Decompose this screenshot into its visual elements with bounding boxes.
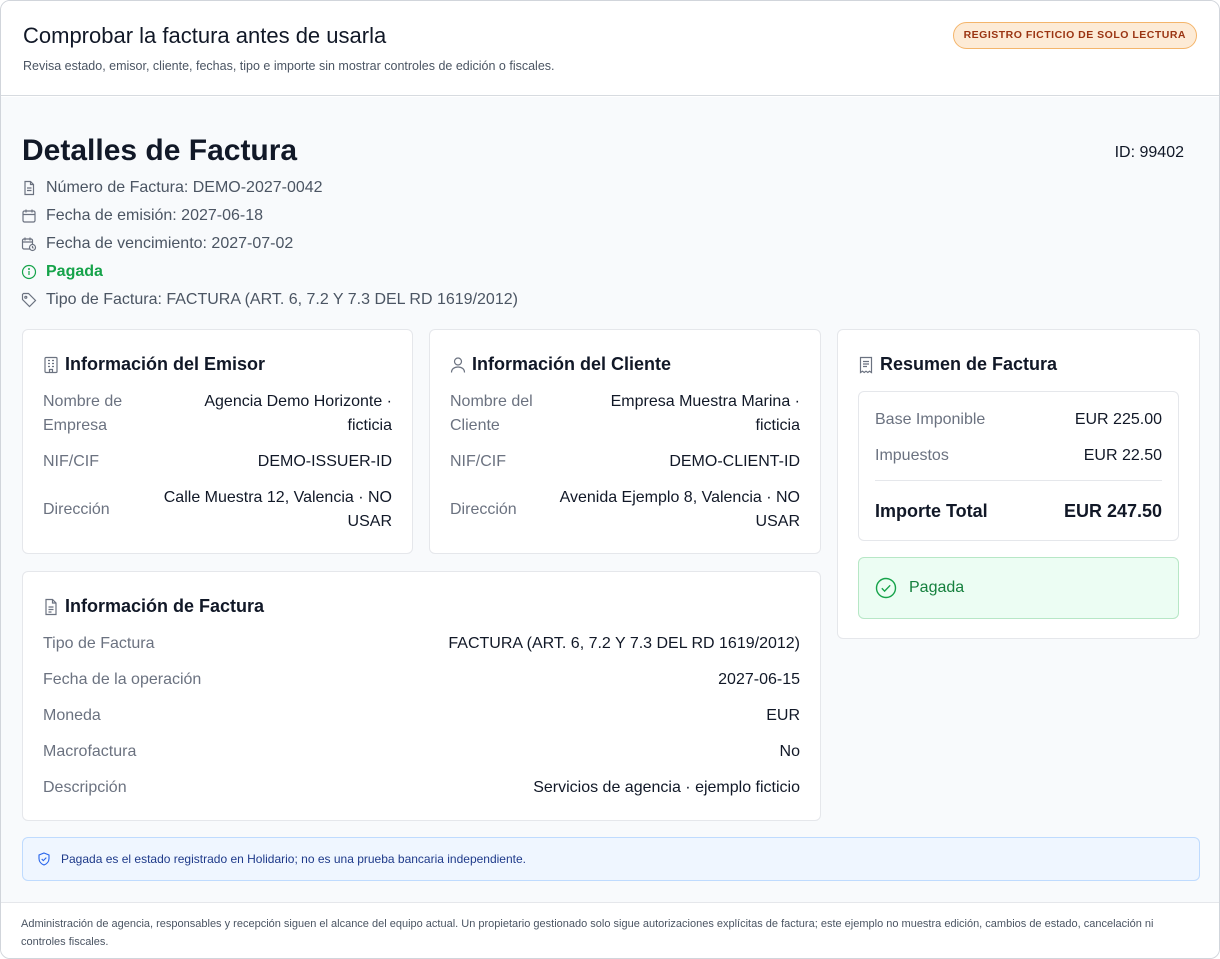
details-macroinvoice-value: No (779, 743, 800, 760)
invoice-number: Número de Factura: DEMO-2027-0042 (46, 179, 323, 196)
client-address-value: Avenida Ejemplo 8, Valencia · NO USAR (559, 489, 800, 530)
details-type-value: FACTURA (ART. 6, 7.2 Y 7.3 DEL RD 1619/2… (448, 635, 800, 652)
summary-base-value: EUR 225.00 (1074, 411, 1162, 428)
issuer-address-value: Calle Muestra 12, Valencia · NO USAR (163, 489, 392, 530)
invoice-details-title: Información de Factura (65, 596, 265, 616)
file-text-icon (45, 598, 57, 615)
client-address-row: Dirección Avenida Ejemplo 8, Valencia · … (450, 486, 800, 534)
summary-totals-box: Base Imponible EUR 225.00 Impuestos EUR … (858, 391, 1179, 541)
details-operation-date-value: 2027-06-15 (718, 671, 800, 688)
issuer-nif-value: DEMO-ISSUER-ID (257, 453, 392, 470)
details-currency-value: EUR (766, 707, 800, 724)
calendar-clock-icon (21, 237, 37, 252)
issuer-name-row: Nombre de Empresa Agencia Demo Horizonte… (43, 390, 392, 438)
details-operation-date-label: Fecha de la operación (43, 671, 202, 688)
summary-base-row: Base Imponible EUR 225.00 (875, 411, 1162, 429)
issuer-name-label: Nombre de Empresa (43, 393, 123, 434)
summary-base-label: Base Imponible (875, 411, 986, 428)
summary-card-header: Resumen de Factura (858, 354, 1057, 375)
invoice-type: Tipo de Factura: FACTURA (ART. 6, 7.2 Y … (46, 291, 518, 308)
due-date-row: Fecha de vencimiento: 2027-07-02 (21, 233, 293, 255)
status-label: Pagada (46, 263, 103, 280)
details-description-row: Descripción Servicios de agencia · ejemp… (43, 776, 800, 800)
issue-date-row: Fecha de emisión: 2027-06-18 (21, 205, 263, 227)
read-only-badge: Registro ficticio de solo lectura (952, 22, 1197, 49)
calendar-icon (22, 209, 36, 223)
paid-status-box: Pagada (858, 557, 1179, 619)
client-nif-row: NIF/CIF DEMO-CLIENT-ID (450, 450, 800, 474)
client-card-header: Información del Cliente (450, 354, 671, 375)
paid-status-label: Pagada (909, 579, 965, 596)
summary-total-label: Importe Total (875, 501, 988, 521)
invoice-details-card: Información de Factura Tipo de Factura F… (22, 571, 821, 821)
details-macroinvoice-row: Macrofactura No (43, 740, 800, 764)
client-address-label: Dirección (450, 501, 517, 518)
client-name-value: Empresa Muestra Marina · ficticia (610, 393, 800, 434)
summary-tax-label: Impuestos (875, 447, 949, 464)
issuer-nif-row: NIF/CIF DEMO-ISSUER-ID (43, 450, 392, 474)
invoice-number-row: Número de Factura: DEMO-2027-0042 (21, 177, 323, 199)
invoice-type-row: Tipo de Factura: FACTURA (ART. 6, 7.2 Y … (21, 289, 518, 311)
details-type-label: Tipo de Factura (43, 635, 155, 652)
top-bar: Comprobar la factura antes de usarla Rev… (1, 1, 1219, 96)
client-name-label: Nombre del Cliente (450, 393, 533, 434)
invoice-details-header: Información de Factura (43, 596, 264, 617)
details-description-value: Servicios de agencia · ejemplo ficticio (533, 779, 800, 796)
details-macroinvoice-label: Macrofactura (43, 743, 137, 760)
top-bar-title: Comprobar la factura antes de usarla (23, 23, 387, 48)
summary-tax-value: EUR 22.50 (1083, 447, 1162, 464)
issue-date: Fecha de emisión: 2027-06-18 (46, 207, 264, 224)
client-nif-label: NIF/CIF (450, 453, 506, 470)
user-icon (450, 356, 466, 373)
status-notice: Pagada es el estado registrado en Holida… (22, 837, 1200, 881)
invoice-window: Comprobar la factura antes de usarla Rev… (0, 0, 1220, 959)
info-circle-icon (21, 264, 37, 280)
details-currency-row: Moneda EUR (43, 704, 800, 728)
issuer-card-title: Información del Emisor (65, 354, 266, 374)
summary-total-value: EUR 247.50 (1063, 501, 1162, 521)
tag-icon (21, 292, 37, 308)
due-date: Fecha de vencimiento: 2027-07-02 (46, 235, 294, 252)
status-notice-text: Pagada es el estado registrado en Holida… (61, 852, 526, 866)
issuer-nif-label: NIF/CIF (43, 453, 99, 470)
client-card-title: Información del Cliente (472, 354, 672, 374)
status-row: Pagada (21, 261, 103, 283)
issuer-name-value: Agencia Demo Horizonte · ficticia (204, 393, 392, 434)
check-circle-icon (875, 577, 897, 599)
building-icon (44, 356, 58, 373)
details-type-row: Tipo de Factura FACTURA (ART. 6, 7.2 Y 7… (43, 632, 800, 656)
issuer-address-label: Dirección (43, 501, 110, 518)
client-name-row: Nombre del Cliente Empresa Muestra Marin… (450, 390, 800, 438)
details-description-label: Descripción (43, 779, 127, 796)
summary-divider (875, 480, 1162, 481)
details-currency-label: Moneda (43, 707, 101, 724)
issuer-card: Información del Emisor Nombre de Empresa… (22, 329, 413, 554)
receipt-icon (859, 356, 873, 374)
invoice-id: ID: 99402 (1114, 144, 1184, 161)
summary-total-row: Importe Total EUR 247.50 (875, 501, 1162, 522)
page-title: Detalles de Factura (22, 134, 298, 167)
summary-card-title: Resumen de Factura (880, 354, 1058, 374)
summary-tax-row: Impuestos EUR 22.50 (875, 447, 1162, 465)
document-icon (24, 180, 35, 196)
issuer-card-header: Información del Emisor (43, 354, 265, 375)
issuer-address-row: Dirección Calle Muestra 12, Valencia · N… (43, 486, 392, 534)
main-content: Detalles de Factura ID: 99402 Número de … (1, 97, 1219, 902)
client-nif-value: DEMO-CLIENT-ID (669, 453, 800, 470)
shield-check-icon (38, 852, 50, 866)
top-bar-subtitle: Revisa estado, emisor, cliente, fechas, … (23, 59, 555, 73)
client-card: Información del Cliente Nombre del Clien… (429, 329, 821, 554)
footer-note: Administración de agencia, responsables … (1, 902, 1219, 958)
details-operation-date-row: Fecha de la operación 2027-06-15 (43, 668, 800, 692)
summary-card: Resumen de Factura Base Imponible EUR 22… (837, 329, 1200, 639)
